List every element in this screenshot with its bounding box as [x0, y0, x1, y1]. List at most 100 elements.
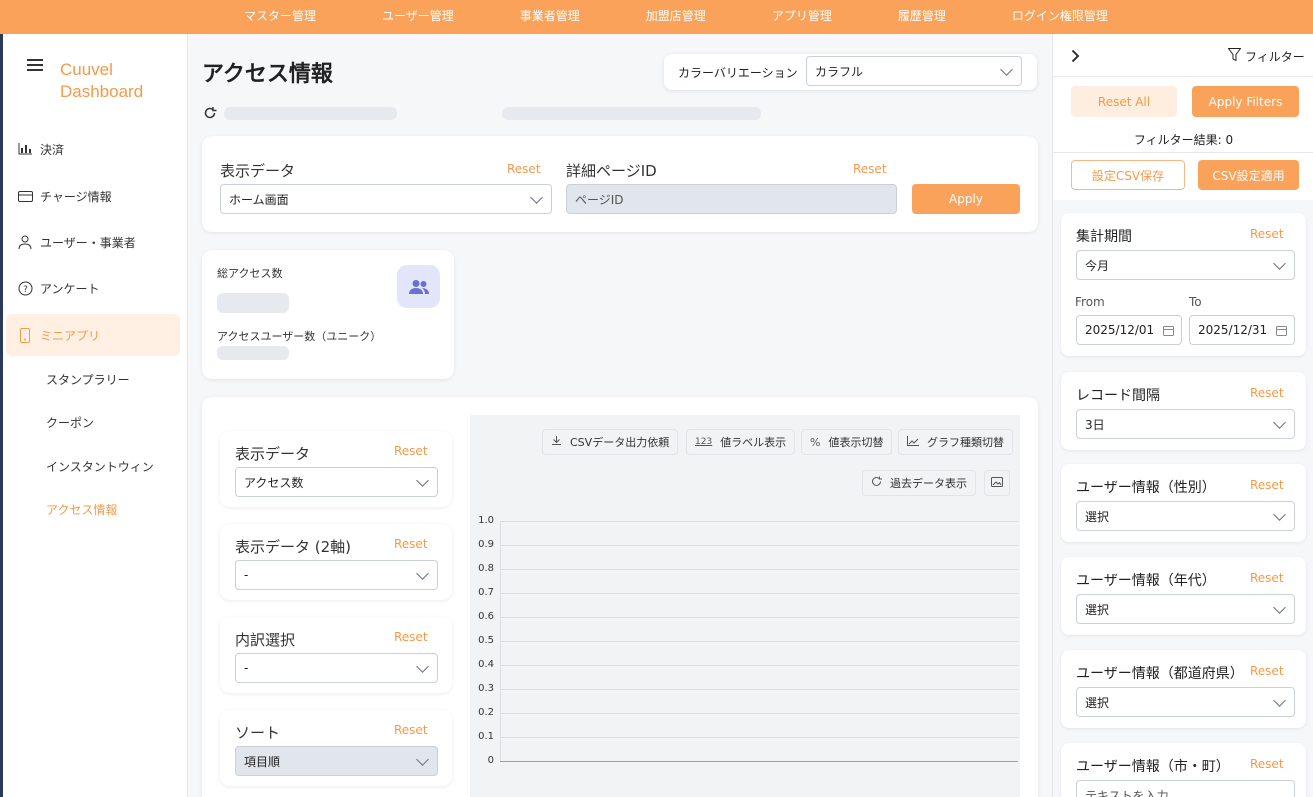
sidebar: Cuuvel Dashboard 決済 チャージ情報 ユーザー・事業者 ? アン… [0, 34, 188, 797]
chart-display-reset[interactable]: Reset [394, 444, 428, 458]
grid-line [500, 569, 1018, 570]
subitem-coupon[interactable]: クーポン [46, 414, 94, 431]
nav-business[interactable]: 事業者管理 [520, 0, 580, 34]
interval-select[interactable]: 3日 [1076, 409, 1295, 439]
breakdown-label: 内訳選択 [235, 631, 296, 649]
apply-filters-button[interactable]: Apply Filters [1192, 86, 1299, 117]
subitem-stamp-rally[interactable]: スタンプラリー [46, 371, 130, 388]
value-label-text: 値ラベル表示 [720, 436, 787, 449]
chevron-down-icon [1000, 63, 1013, 76]
svg-text:?: ? [23, 285, 28, 295]
reload-icon[interactable] [203, 106, 217, 124]
csv-export-label: CSVデータ出力依頼 [570, 436, 670, 449]
grid-line [500, 689, 1018, 690]
age-label: ユーザー情報（年代） [1076, 573, 1216, 589]
percent-icon: % [810, 435, 821, 449]
calendar-icon [1163, 325, 1174, 339]
chart-display-select[interactable]: アクセス数 [235, 467, 438, 497]
nav-login-permissions[interactable]: ログイン権限管理 [1012, 0, 1108, 34]
unique-users-label: アクセスユーザー数（ユニーク） [217, 330, 382, 343]
city-reset[interactable]: Reset [1250, 757, 1284, 771]
nav-master[interactable]: マスター管理 [244, 0, 316, 34]
age-reset[interactable]: Reset [1250, 571, 1284, 585]
apply-button[interactable]: Apply [912, 184, 1020, 214]
prefecture-reset[interactable]: Reset [1250, 664, 1284, 678]
to-label: To [1189, 295, 1202, 309]
display-data-reset[interactable]: Reset [507, 162, 541, 176]
filter-toggle[interactable]: フィルター [1227, 48, 1305, 65]
total-access-value-placeholder [217, 293, 289, 313]
subitem-instant-win[interactable]: インスタントウィン [46, 458, 154, 475]
nav-apps[interactable]: アプリ管理 [772, 0, 832, 34]
detail-page-id-label: 詳細ページID [566, 162, 657, 180]
sidebar-item-payment[interactable]: 決済 [6, 128, 180, 170]
city-placeholder: テキストを入力 [1085, 788, 1169, 797]
gender-select[interactable]: 選択 [1076, 501, 1295, 531]
filter-card: 表示データ Reset ホーム画面 詳細ページID Reset ページID Ap… [202, 136, 1038, 232]
sidebar-item-users-business[interactable]: ユーザー・事業者 [6, 221, 180, 263]
sidebar-item-survey[interactable]: ? アンケート [6, 267, 180, 309]
y-tick-label: 0.5 [478, 635, 494, 646]
city-label: ユーザー情報（市・町） [1076, 759, 1230, 775]
sidebar-item-miniapp[interactable]: ミニアプリ [6, 314, 180, 356]
chevron-down-icon [416, 474, 429, 487]
interval-filter: レコード間隔 Reset 3日 [1061, 372, 1306, 450]
sidebar-item-charge[interactable]: チャージ情報 [6, 175, 180, 217]
city-input[interactable]: テキストを入力 [1076, 780, 1295, 797]
past-data-button[interactable]: 過去データ表示 [862, 470, 976, 496]
chart-type-label: グラフ種類切替 [927, 436, 1004, 449]
sort-reset[interactable]: Reset [394, 723, 428, 737]
save-csv-settings-button[interactable]: 設定CSV保存 [1071, 160, 1185, 190]
chevron-down-icon [1273, 508, 1286, 521]
to-date-input[interactable]: 2025/12/31 [1189, 315, 1295, 345]
image-export-button[interactable] [984, 470, 1010, 496]
stats-card: 総アクセス数 アクセスユーザー数（ユニーク） [202, 250, 454, 379]
sort-select[interactable]: 項目順 [235, 746, 438, 776]
loading-placeholder [224, 107, 397, 120]
display-data-select[interactable]: ホーム画面 [220, 184, 552, 214]
value-label-button[interactable]: 123 値ラベル表示 [686, 429, 796, 455]
gender-reset[interactable]: Reset [1250, 478, 1284, 492]
chart-type-button[interactable]: グラフ種類切替 [898, 429, 1013, 455]
sidebar-item-label: ミニアプリ [40, 328, 101, 343]
prefecture-filter: ユーザー情報（都道府県） Reset 選択 [1061, 650, 1306, 728]
nav-stores[interactable]: 加盟店管理 [646, 0, 706, 34]
csv-export-button[interactable]: CSVデータ出力依頼 [542, 429, 679, 455]
apply-csv-settings-button[interactable]: CSV設定適用 [1198, 160, 1299, 190]
color-variation-select[interactable]: カラフル [806, 56, 1022, 86]
value-toggle-button[interactable]: % 値表示切替 [801, 429, 893, 455]
second-axis-reset[interactable]: Reset [394, 537, 428, 551]
y-axis-line [500, 521, 501, 761]
nav-users[interactable]: ユーザー管理 [382, 0, 454, 34]
divider [1053, 152, 1313, 153]
chart-control-second-axis: 表示データ (2軸) Reset - [220, 524, 452, 600]
second-axis-select[interactable]: - [235, 560, 438, 590]
subitem-access-info[interactable]: アクセス情報 [46, 501, 117, 518]
detail-page-id-reset[interactable]: Reset [853, 162, 887, 176]
chart-control-display: 表示データ Reset アクセス数 [220, 431, 452, 507]
interval-reset[interactable]: Reset [1250, 386, 1284, 400]
main-content: アクセス情報 カラーバリエーション カラフル 表示データ Reset ホーム画面… [188, 34, 1052, 797]
menu-icon[interactable] [27, 59, 43, 73]
past-data-label: 過去データ表示 [890, 477, 967, 490]
chevron-down-icon [1273, 601, 1286, 614]
chevron-down-icon [416, 567, 429, 580]
breakdown-reset[interactable]: Reset [394, 630, 428, 644]
sidebar-item-label: 決済 [40, 142, 65, 157]
grid-line [500, 593, 1018, 594]
reset-all-button[interactable]: Reset All [1071, 86, 1177, 117]
refresh-icon [871, 476, 882, 490]
breakdown-select[interactable]: - [235, 653, 438, 683]
period-select[interactable]: 今月 [1076, 250, 1295, 280]
download-icon [551, 435, 562, 449]
color-variation-box: カラーバリエーション カラフル [664, 54, 1037, 90]
from-date-input[interactable]: 2025/12/01 [1076, 315, 1182, 345]
age-select[interactable]: 選択 [1076, 594, 1295, 624]
period-reset[interactable]: Reset [1250, 227, 1284, 241]
prefecture-select[interactable]: 選択 [1076, 687, 1295, 717]
line-chart-icon [907, 435, 919, 449]
chevron-down-icon [530, 191, 543, 204]
collapse-icon[interactable] [1071, 49, 1080, 66]
nav-history[interactable]: 履歴管理 [898, 0, 946, 34]
detail-page-id-input[interactable]: ページID [566, 184, 897, 214]
